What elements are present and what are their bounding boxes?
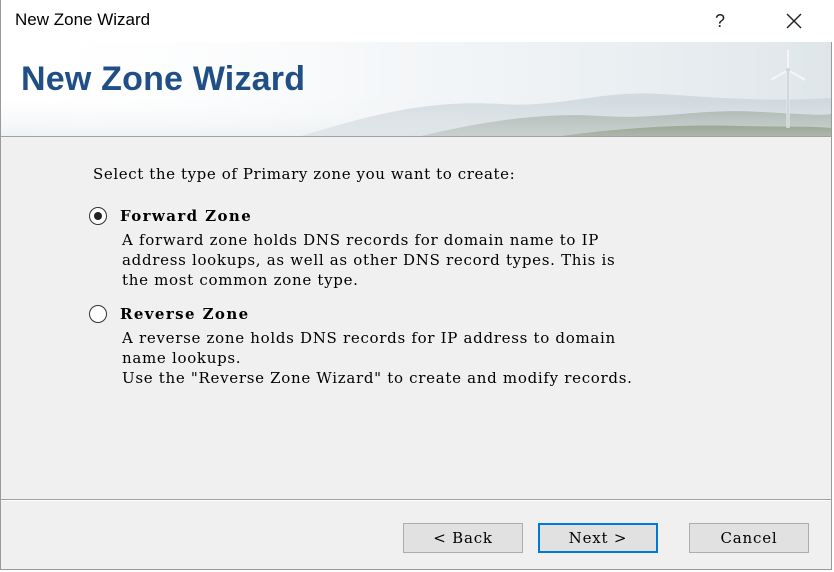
footer-divider-highlight: [1, 500, 831, 501]
forward-zone-radio[interactable]: [89, 207, 107, 225]
wind-turbine-icon: [770, 50, 806, 128]
banner-title: New Zone Wizard: [21, 60, 306, 98]
description-line: A reverse zone holds DNS records for IP …: [122, 329, 616, 347]
description-line: the most common zone type.: [122, 271, 359, 289]
window-title: New Zone Wizard: [15, 10, 151, 29]
description-line: A forward zone holds DNS records for dom…: [122, 231, 600, 249]
wizard-window: New Zone Wizard ? New Zone Wizard Select…: [0, 0, 833, 570]
close-icon: [786, 13, 802, 29]
wizard-content: Select the type of Primary zone you want…: [1, 137, 831, 499]
reverse-zone-description: A reverse zone holds DNS records for IP …: [122, 328, 633, 388]
reverse-zone-radio[interactable]: [89, 305, 107, 323]
description-line: Use the "Reverse Zone Wizard" to create …: [122, 369, 633, 387]
back-button[interactable]: < Back: [403, 523, 523, 553]
description-line: address lookups, as well as other DNS re…: [122, 251, 616, 269]
next-button[interactable]: Next >: [538, 523, 658, 553]
description-line: name lookups.: [122, 349, 242, 367]
zone-type-prompt: Select the type of Primary zone you want…: [93, 165, 516, 183]
cancel-button[interactable]: Cancel: [689, 523, 809, 553]
reverse-zone-label[interactable]: Reverse Zone: [120, 305, 250, 323]
title-bar: New Zone Wizard ?: [1, 0, 833, 42]
help-icon: ?: [714, 10, 725, 31]
forward-zone-label[interactable]: Forward Zone: [120, 207, 252, 225]
help-button[interactable]: ?: [697, 0, 743, 42]
close-button[interactable]: [771, 0, 817, 42]
wizard-banner: New Zone Wizard: [1, 42, 831, 136]
forward-zone-description: A forward zone holds DNS records for dom…: [122, 230, 615, 290]
